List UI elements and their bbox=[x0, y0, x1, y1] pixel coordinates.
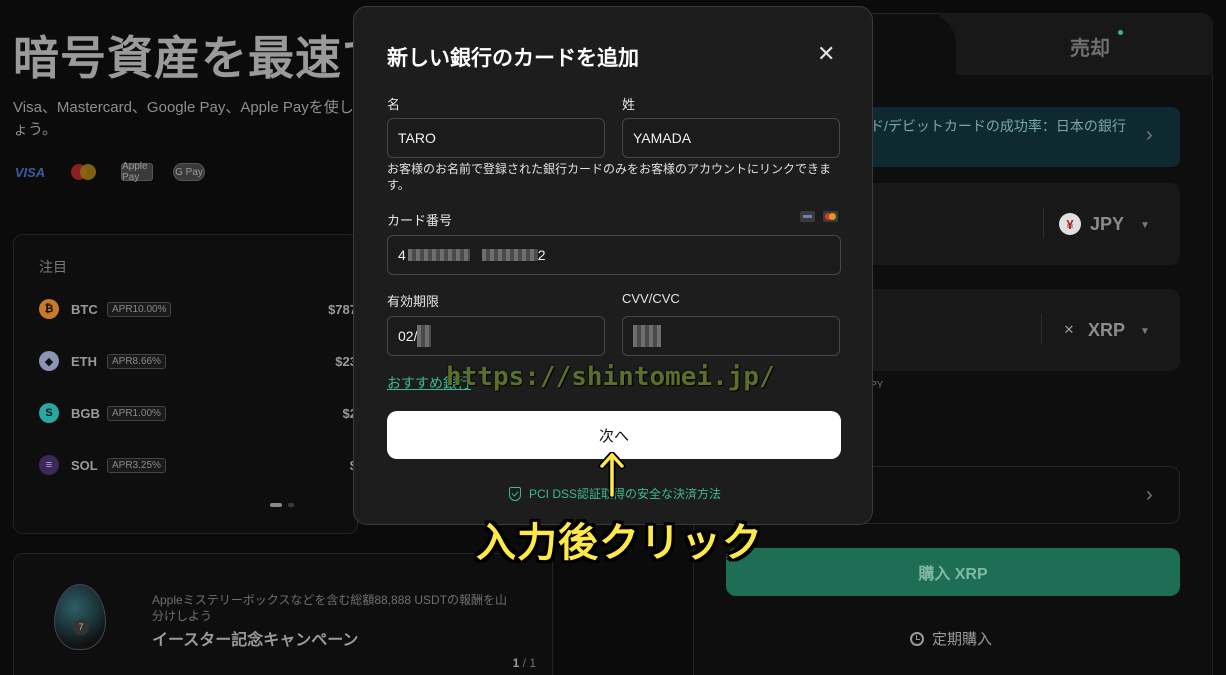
masked-digits bbox=[417, 325, 432, 347]
masked-digits bbox=[633, 325, 661, 347]
expiry-field[interactable]: 02/ bbox=[387, 316, 605, 356]
card-brand-icons bbox=[800, 211, 838, 222]
watermark-url: https://shintomei.jp/ bbox=[446, 362, 775, 392]
cvv-label: CVV/CVC bbox=[622, 291, 680, 306]
add-card-modal: 新しい銀行のカードを追加 ✕ 名 姓 TARO YAMADA お客様のお名前で登… bbox=[353, 6, 873, 525]
masked-digits bbox=[481, 249, 538, 261]
close-icon[interactable]: ✕ bbox=[817, 43, 835, 65]
cvv-field[interactable] bbox=[622, 316, 840, 356]
shield-check-icon bbox=[509, 486, 521, 501]
expiry-label: 有効期限 bbox=[387, 294, 440, 309]
mastercard-icon bbox=[823, 211, 838, 222]
card-number-label: カード番号 bbox=[387, 213, 453, 228]
page: 暗号資産を最速で Visa、Mastercard、Google Pay、Appl… bbox=[0, 0, 1226, 675]
masked-digits bbox=[407, 249, 470, 261]
first-name-field[interactable]: TARO bbox=[387, 118, 605, 158]
visa-icon bbox=[800, 211, 815, 222]
up-arrow-icon bbox=[598, 452, 626, 498]
instruction-annotation: 入力後クリック bbox=[476, 521, 763, 565]
first-name-label: 名 bbox=[387, 97, 401, 112]
last-name-field[interactable]: YAMADA bbox=[622, 118, 840, 158]
name-hint: お客様のお名前で登録された銀行カードのみをお客様のアカウントにリンクできます。 bbox=[387, 162, 832, 192]
last-name-label: 姓 bbox=[622, 97, 636, 112]
modal-title: 新しい銀行のカードを追加 bbox=[387, 47, 639, 70]
card-number-field[interactable]: 4 2 bbox=[387, 235, 841, 275]
